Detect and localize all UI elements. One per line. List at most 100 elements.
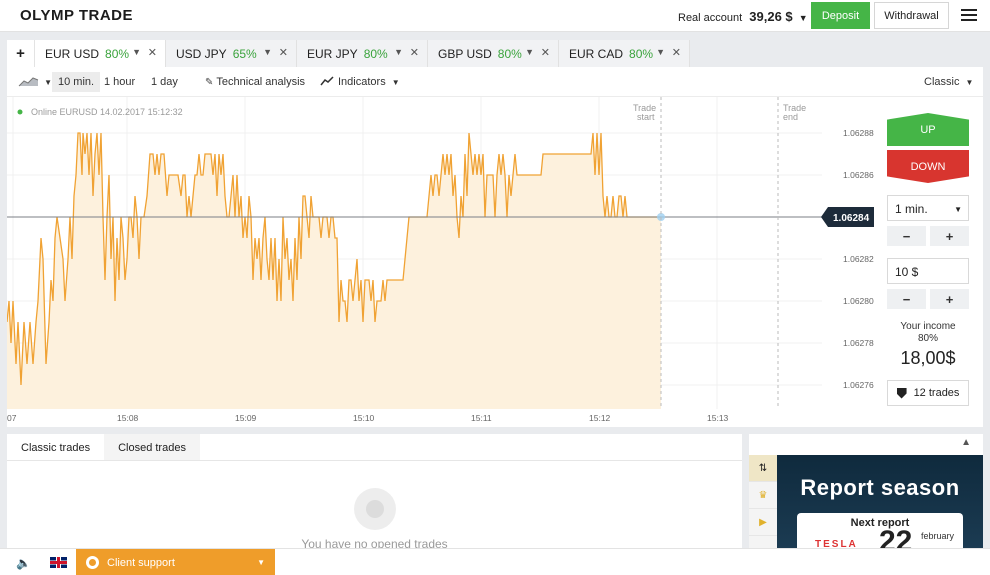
y-tick-label: 1.06278 bbox=[843, 338, 874, 348]
tab-closed-trades[interactable]: Closed trades bbox=[104, 434, 200, 460]
promo-panel: ▲ ⇅ ♛ ▶ Report season Next report TESLA … bbox=[749, 434, 983, 548]
duration-select[interactable]: 1 min. ▼ bbox=[887, 195, 969, 221]
tab-asset-name: USD JPY bbox=[176, 46, 227, 61]
close-icon[interactable]: ✕ bbox=[541, 46, 550, 59]
current-price-label: 1.06284 bbox=[833, 213, 870, 224]
report-month: february bbox=[921, 531, 955, 541]
tab-asset-name: EUR CAD bbox=[569, 46, 624, 61]
tab-asset-name: EUR USD bbox=[45, 46, 100, 61]
tab-classic-trades[interactable]: Classic trades bbox=[7, 434, 105, 460]
trades-button[interactable]: 12 trades bbox=[887, 380, 969, 406]
tab-payout: 65% bbox=[232, 46, 257, 61]
down-button[interactable]: DOWN bbox=[887, 150, 969, 183]
close-icon[interactable]: ✕ bbox=[148, 46, 157, 59]
amount-plus-button[interactable]: + bbox=[930, 289, 969, 309]
deposit-button[interactable]: Deposit bbox=[811, 2, 870, 29]
amount-minus-button[interactable]: − bbox=[887, 289, 926, 309]
chevron-down-icon[interactable]: ▼ bbox=[132, 47, 141, 57]
y-tick-label: 1.06288 bbox=[843, 128, 874, 138]
trades-label: 12 trades bbox=[913, 387, 960, 399]
tab-asset-name: GBP USD bbox=[438, 46, 492, 61]
y-tick-label: 1.06276 bbox=[843, 380, 874, 390]
asset-tabs: + EUR USD 80% ▼ ✕ USD JPY 65% ▼ ✕ EUR JP… bbox=[7, 40, 690, 67]
withdrawal-button[interactable]: Withdrawal bbox=[874, 2, 949, 29]
trade-end-label: end bbox=[783, 112, 798, 122]
tab-gbp-usd[interactable]: GBP USD 80% ▼ ✕ bbox=[428, 40, 559, 67]
chevron-down-icon[interactable]: ▼ bbox=[525, 47, 534, 57]
indicators-icon bbox=[320, 76, 334, 86]
add-asset-button[interactable]: + bbox=[7, 40, 35, 67]
chevron-down-icon: ▼ bbox=[954, 205, 962, 214]
income-value: 18,00$ bbox=[900, 348, 956, 368]
timeframe-1hour[interactable]: 1 hour bbox=[104, 76, 135, 88]
chevron-down-icon: ▼ bbox=[391, 78, 400, 87]
online-dot-icon bbox=[17, 109, 23, 115]
logo[interactable]: OLYMP TRADE bbox=[20, 7, 133, 24]
duration-minus-button[interactable]: − bbox=[887, 226, 926, 246]
income-label: Your income bbox=[900, 321, 956, 332]
tab-usd-jpy[interactable]: USD JPY 65% ▼ ✕ bbox=[166, 40, 297, 67]
client-support-label: Client support bbox=[107, 556, 175, 569]
duration-value: 1 min. bbox=[895, 202, 928, 216]
account-label: Real account bbox=[678, 12, 743, 24]
top-header: OLYMP TRADE Real account 39,26 $ ▼ Depos… bbox=[0, 0, 990, 32]
timeframe-10min[interactable]: 10 min. bbox=[52, 72, 101, 92]
lifebuoy-icon bbox=[86, 556, 99, 569]
tab-payout: 80% bbox=[363, 46, 388, 61]
sort-icon[interactable]: ⇅ bbox=[749, 455, 777, 482]
trades-tabs: Classic trades Closed trades bbox=[7, 434, 742, 461]
y-tick-label: 1.06282 bbox=[843, 254, 874, 264]
income-info: Your income 80% bbox=[877, 321, 979, 345]
x-tick-label: 15:08 bbox=[117, 413, 139, 423]
tab-eur-usd[interactable]: EUR USD 80% ▼ ✕ bbox=[35, 40, 166, 67]
mode-label: Classic bbox=[924, 76, 960, 88]
price-chart[interactable]: Trade start Trade end Online EURUSD 14.02.20… bbox=[7, 97, 877, 427]
technical-analysis-label: Technical analysis bbox=[216, 76, 306, 88]
play-icon[interactable]: ▶ bbox=[749, 509, 777, 536]
tab-payout: 80% bbox=[105, 46, 130, 61]
chevron-down-icon[interactable]: ▼ bbox=[263, 47, 272, 57]
area-chart-icon bbox=[18, 77, 39, 87]
empty-state-icon bbox=[354, 488, 396, 530]
chevron-down-icon[interactable]: ▼ bbox=[656, 47, 665, 57]
speaker-icon[interactable]: 🔈 bbox=[16, 556, 31, 570]
pencil-ruler-icon: ✎ bbox=[205, 77, 214, 88]
chart-type-selector[interactable]: ▼ bbox=[18, 75, 52, 90]
amount-input[interactable]: 10 $ bbox=[887, 258, 969, 284]
up-button[interactable]: UP bbox=[887, 113, 969, 146]
chevron-down-icon[interactable]: ▼ bbox=[394, 47, 403, 57]
tab-payout: 80% bbox=[497, 46, 522, 61]
price-chart-svg: TradestartTradeendOnline EURUSD 14.02.20… bbox=[7, 97, 874, 423]
client-support-button[interactable]: Client support ▼ bbox=[76, 549, 275, 575]
company-logo: TESLA bbox=[815, 539, 858, 548]
account-selector[interactable]: Real account 39,26 $ ▼ bbox=[678, 9, 808, 24]
mode-selector[interactable]: Classic ▼ bbox=[924, 76, 973, 88]
x-tick-label: 07 bbox=[7, 413, 17, 423]
promo-banner[interactable]: Report season Next report TESLA 22 febru… bbox=[777, 455, 983, 548]
close-icon[interactable]: ✕ bbox=[672, 46, 681, 59]
promo-nav: ⇅ ♛ ▶ bbox=[749, 455, 777, 548]
crown-icon[interactable]: ♛ bbox=[749, 482, 777, 509]
tab-eur-cad[interactable]: EUR CAD 80% ▼ ✕ bbox=[559, 40, 690, 67]
x-tick-label: 15:13 bbox=[707, 413, 729, 423]
chevron-down-icon: ▼ bbox=[798, 13, 808, 23]
duration-plus-button[interactable]: + bbox=[930, 226, 969, 246]
close-icon[interactable]: ✕ bbox=[410, 46, 419, 59]
close-icon[interactable]: ✕ bbox=[279, 46, 288, 59]
chart-toolbar: ▼ 10 min. 1 hour 1 day ✎ Technical analys… bbox=[7, 67, 983, 97]
account-balance: 39,26 $ bbox=[749, 9, 793, 24]
menu-icon[interactable] bbox=[961, 9, 977, 22]
footer-bar: 🔈 Client support ▼ bbox=[0, 548, 990, 575]
technical-analysis-button[interactable]: ✎ Technical analysis bbox=[205, 76, 305, 88]
shield-icon bbox=[896, 387, 907, 399]
uk-flag-icon[interactable] bbox=[50, 557, 67, 568]
tab-eur-jpy[interactable]: EUR JPY 80% ▼ ✕ bbox=[297, 40, 428, 67]
x-tick-label: 15:11 bbox=[471, 413, 492, 423]
indicators-button[interactable]: Indicators ▼ bbox=[320, 76, 400, 88]
chevron-down-icon: ▼ bbox=[965, 78, 974, 87]
chevron-up-icon[interactable]: ▲ bbox=[961, 437, 971, 448]
timeframe-1day[interactable]: 1 day bbox=[151, 76, 178, 88]
y-tick-label: 1.06286 bbox=[843, 170, 874, 180]
chevron-down-icon: ▼ bbox=[257, 558, 265, 567]
tab-asset-name: EUR JPY bbox=[307, 46, 358, 61]
